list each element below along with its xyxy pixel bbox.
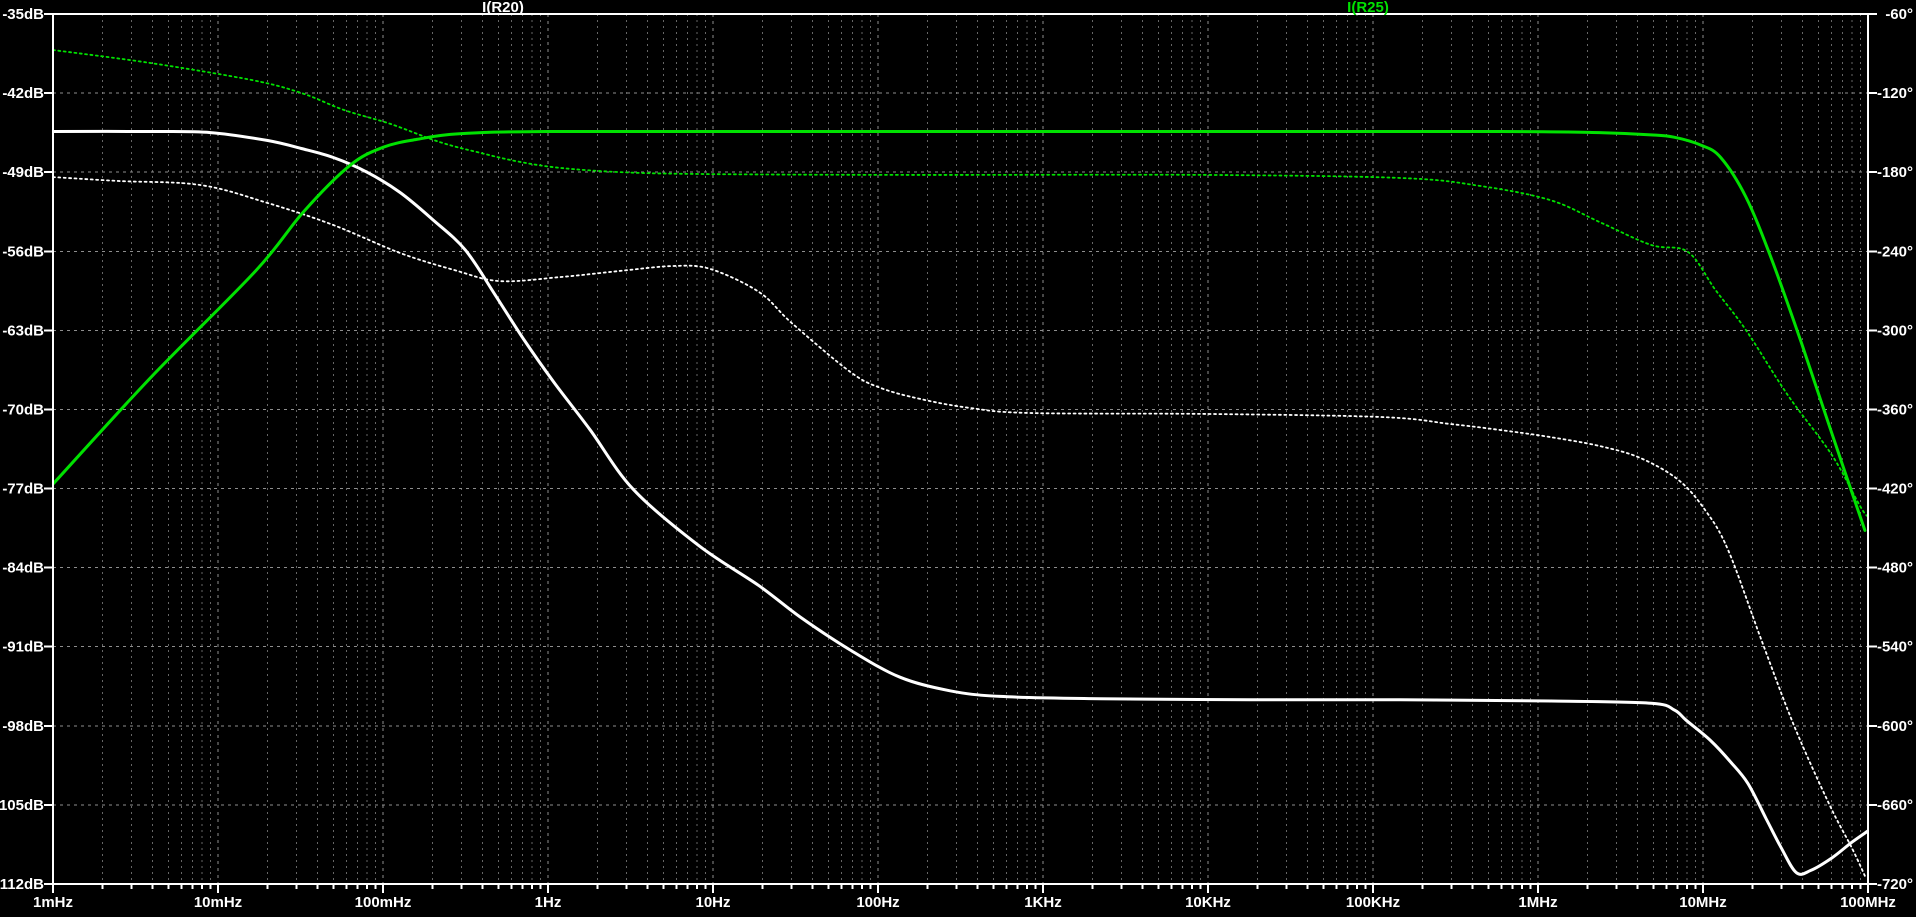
left-axis-label: -42dB — [2, 85, 44, 102]
left-axis-label: -56dB — [2, 243, 44, 260]
right-axis-label: -180° — [1877, 164, 1913, 181]
right-axis-label: -360° — [1877, 402, 1913, 419]
right-axis-label: -300° — [1877, 322, 1913, 339]
right-axis-label: -480° — [1877, 560, 1913, 577]
x-axis-label: 100mHz — [355, 894, 412, 911]
x-axis-label: 100KHz — [1346, 894, 1400, 911]
chart-canvas[interactable]: -35dB -42dB -49dB -56dB -63dB -70dB -77dB -84dB… — [0, 0, 1916, 917]
left-axis-label: -84dB — [2, 560, 44, 577]
x-axis-label: 10Hz — [695, 894, 730, 911]
x-axis-label: 1mHz — [33, 894, 73, 911]
left-axis-label: -35dB — [2, 6, 44, 23]
x-axis-label: 1KHz — [1024, 894, 1062, 911]
trace-label-ir25[interactable]: I(R25) — [1347, 0, 1389, 15]
right-axis-label: -600° — [1877, 718, 1913, 735]
left-axis-label: -70dB — [2, 402, 44, 419]
left-axis-label: -98dB — [2, 718, 44, 735]
x-axis-label: 1Hz — [535, 894, 562, 911]
x-axis-label: 100Hz — [856, 894, 899, 911]
left-axis-label: -112dB — [0, 876, 44, 893]
left-axis-label: -91dB — [2, 639, 44, 656]
right-axis-label: -660° — [1877, 797, 1913, 814]
x-axis-label: 10mHz — [194, 894, 242, 911]
x-axis-label: 1MHz — [1518, 894, 1557, 911]
trace-label-ir20[interactable]: I(R20) — [482, 0, 524, 15]
left-axis-label: -49dB — [2, 164, 44, 181]
x-axis-label: 10KHz — [1185, 894, 1231, 911]
right-axis-label: -420° — [1877, 481, 1913, 498]
x-axis-label: 100MHz — [1840, 894, 1896, 911]
right-axis-label: -540° — [1877, 639, 1913, 656]
left-axis-label: -105dB — [0, 797, 44, 814]
right-axis-label: -60° — [1885, 6, 1913, 23]
left-axis-label: -63dB — [2, 322, 44, 339]
right-axis-label: -120° — [1877, 85, 1913, 102]
right-axis-label: -720° — [1877, 876, 1913, 893]
right-axis-label: -240° — [1877, 243, 1913, 260]
waveform-viewer: -35dB -42dB -49dB -56dB -63dB -70dB -77dB -84dB… — [0, 0, 1916, 917]
left-axis-label: -77dB — [2, 481, 44, 498]
x-axis-label: 10MHz — [1679, 894, 1727, 911]
plot-background — [0, 0, 1916, 917]
